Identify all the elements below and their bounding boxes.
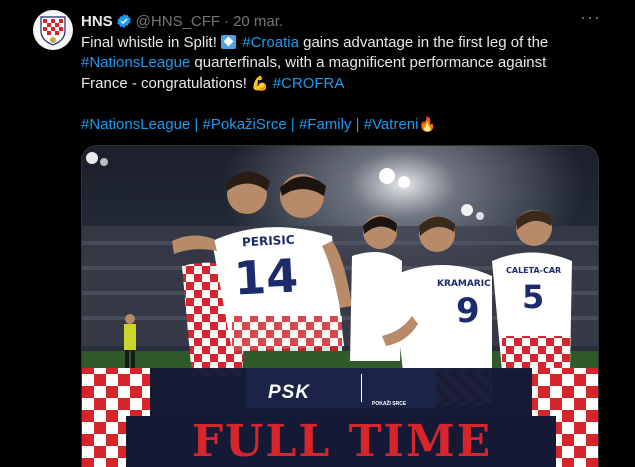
more-options-icon[interactable]: ··· [580,8,600,30]
hashtag-separator: | [286,116,299,133]
hashtag-nationsleague[interactable]: #NationsLeague [81,54,190,71]
jersey-name-kramaric: KRAMARIC [437,279,491,289]
hashtag-pokazisrce[interactable]: #PokažiSrce [203,116,287,133]
text-segment: Final whistle in Split! [81,34,222,51]
tweet-hashtags-line: #NationsLeague | #PokažiSrce | #Family |… [81,114,601,135]
tweet-line-2: #NationsLeague quarterfinals, with a mag… [81,53,601,73]
header-separator: · [224,12,230,30]
flexed-biceps-emoji-icon: 💪 [251,75,269,91]
text-segment: France - congratulations! [81,75,252,92]
verified-badge-icon [116,13,132,29]
hashtag-vatreni[interactable]: #Vatreni [364,116,419,133]
tweet-line-1: Final whistle in Split! #Croatia gains a… [81,33,601,53]
hashtag-separator: | [190,116,203,133]
tweet-timestamp[interactable]: 20 mar. [233,13,283,30]
jersey-name-perisic: PERISIC [241,232,295,250]
tweet-card[interactable]: HNS @HNS_CFF · 20 mar. ··· Final whistle… [0,0,635,467]
sponsor-logo-text: PSK [268,382,311,403]
tweet-text: Final whistle in Split! #Croatia gains a… [81,33,601,135]
hashtag-nationsleague-2[interactable]: #NationsLeague [81,116,190,133]
hns-crest-logo [40,16,66,46]
full-time-banner: FULL TIME [191,416,493,467]
tweet-header: HNS @HNS_CFF · 20 mar. [81,11,283,31]
avatar[interactable] [33,10,73,50]
hashtag-croatia[interactable]: #Croatia [242,34,299,51]
author-name[interactable]: HNS [81,13,113,30]
hashtag-separator: | [351,116,364,133]
author-handle[interactable]: @HNS_CFF [136,13,220,30]
jersey-number-9: 9 [456,291,480,331]
stadium-emoji-icon [221,35,237,49]
jersey-number-5: 5 [522,278,545,316]
hashtag-family[interactable]: #Family [299,116,352,133]
tweet-line-3: France - congratulations! 💪 #CROFRA [81,73,601,94]
fire-emoji-icon: 🔥 [418,116,436,132]
tweet-media-image[interactable]: PSK POKAŽI SRCE FULL TIME PERISIC 14 KRA… [81,145,599,467]
jersey-name-caleta-car: CALETA-CAR [506,266,562,275]
sponsor-tagline: POKAŽI SRCE [372,401,407,407]
hashtag-crofra[interactable]: #CROFRA [273,75,345,92]
sponsor-divider [361,374,362,402]
jersey-number-14: 14 [232,248,300,306]
text-segment: gains advantage in the first leg of the [298,34,549,51]
text-segment: quarterfinals, with a magnificent perfor… [190,54,547,71]
